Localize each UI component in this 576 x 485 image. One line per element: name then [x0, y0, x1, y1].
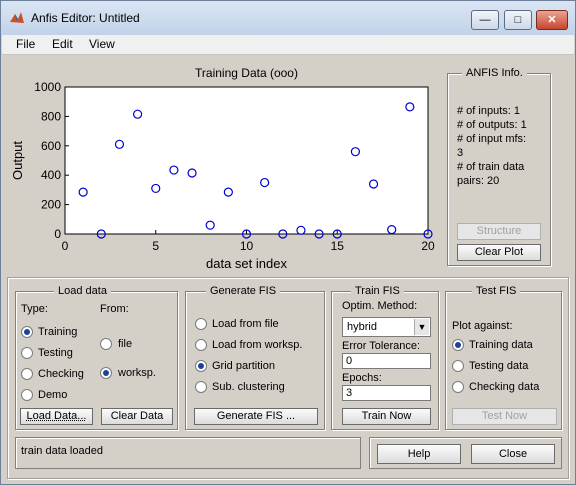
sub-clustering-radio[interactable]: [195, 381, 207, 393]
clear-data-button[interactable]: Clear Data: [101, 408, 173, 425]
x-tick-label: 0: [62, 239, 69, 253]
type-label: Type:: [21, 303, 48, 315]
optim-method-label: Optim. Method:: [342, 300, 418, 312]
error-tolerance-label: Error Tolerance:: [342, 340, 421, 352]
anfis-editor-window: Anfis Editor: Untitled — □ ✕ File Edit V…: [0, 0, 576, 485]
plot-training-label: Training data: [469, 339, 533, 351]
status-message: train data loaded: [21, 445, 103, 457]
sub-clustering-label: Sub. clustering: [212, 381, 285, 393]
structure-button[interactable]: Structure: [457, 223, 541, 240]
plot-training-radio[interactable]: [452, 339, 464, 351]
y-tick-label: 0: [54, 227, 61, 241]
load-from-workspace-radio[interactable]: [195, 339, 207, 351]
matlab-icon: [10, 12, 24, 23]
load-from-workspace-label: Load from worksp.: [212, 339, 303, 351]
status-panel: train data loaded: [15, 437, 361, 469]
y-tick-label: 200: [41, 198, 61, 212]
load-data-title: Load data: [54, 285, 111, 297]
from-workspace-radio[interactable]: [100, 367, 112, 379]
x-tick-label: 15: [331, 239, 345, 253]
type-checking-label: Checking: [38, 368, 84, 380]
load-from-file-radio[interactable]: [195, 318, 207, 330]
menu-file[interactable]: File: [16, 37, 35, 51]
type-testing-radio[interactable]: [21, 347, 33, 359]
train-now-button[interactable]: Train Now: [342, 408, 431, 425]
train-fis-panel: Train FIS Optim. Method: hybrid ▼ Error …: [331, 285, 439, 430]
test-now-button[interactable]: Test Now: [452, 408, 557, 425]
load-from-file-label: Load from file: [212, 318, 279, 330]
training-data-plot: 0 5 10 15 2002004006008001000Training Data (…: [10, 66, 435, 271]
y-axis-label: Output: [10, 141, 25, 180]
epochs-field[interactable]: 3: [342, 385, 431, 401]
generate-fis-panel: Generate FIS Load from file Load from wo…: [185, 285, 325, 430]
type-training-label: Training: [38, 326, 78, 338]
plot-against-label: Plot against:: [452, 320, 513, 332]
info-train-data: # of train data: [457, 161, 525, 173]
dialog-buttons-panel: Help Close: [369, 437, 562, 469]
grid-partition-radio[interactable]: [195, 360, 207, 372]
type-testing-label: Testing: [38, 347, 73, 359]
close-window-button[interactable]: ✕: [536, 10, 568, 30]
menu-view[interactable]: View: [89, 37, 115, 51]
test-fis-panel: Test FIS Plot against: Training data Tes…: [445, 285, 562, 430]
epochs-label: Epochs:: [342, 372, 382, 384]
test-fis-title: Test FIS: [472, 285, 521, 297]
type-demo-radio[interactable]: [21, 389, 33, 401]
plot-testing-radio[interactable]: [452, 360, 464, 372]
type-demo-label: Demo: [38, 389, 68, 401]
info-inputs: # of inputs: 1: [457, 105, 520, 117]
plot-testing-label: Testing data: [469, 360, 529, 372]
help-button[interactable]: Help: [377, 444, 461, 464]
from-label: From:: [100, 303, 129, 315]
minimize-button[interactable]: —: [471, 10, 499, 30]
x-tick-label: 5: [152, 239, 159, 253]
plot-checking-radio[interactable]: [452, 381, 464, 393]
maximize-button[interactable]: □: [504, 10, 532, 30]
anfis-info-title: ANFIS Info.: [462, 67, 527, 79]
info-input-mfs-value: 3: [457, 147, 464, 159]
generate-fis-button[interactable]: Generate FIS ...: [194, 408, 318, 425]
x-tick-label: 10: [240, 239, 254, 253]
editor-client-area: 0 5 10 15 20 0 200 400 600 800 1000 Training Data (…: [7, 57, 569, 479]
close-button[interactable]: Close: [471, 444, 555, 464]
generate-fis-title: Generate FIS: [206, 285, 281, 297]
type-training-radio[interactable]: [21, 326, 33, 338]
from-file-label: file: [118, 338, 133, 350]
load-data-button[interactable]: Load Data...: [20, 408, 93, 425]
chevron-down-icon: ▼: [414, 319, 429, 335]
plot-area: [64, 86, 429, 235]
y-tick-label: 1000: [34, 80, 61, 94]
from-workspace-label: worksp.: [118, 367, 156, 379]
window-title: Anfis Editor: Untitled: [31, 11, 140, 25]
x-axis-label: data set index: [206, 256, 287, 271]
menu-bar: File Edit View: [2, 35, 574, 55]
info-input-mfs: # of input mfs:: [457, 133, 527, 145]
from-file-radio[interactable]: [100, 338, 112, 350]
optim-method-value: hybrid: [347, 321, 377, 333]
anfis-info-panel: ANFIS Info. # of inputs: 1 # of outputs:…: [447, 67, 551, 266]
train-fis-title: Train FIS: [351, 285, 404, 297]
grid-partition-label: Grid partition: [212, 360, 275, 372]
optim-method-select[interactable]: hybrid ▼: [342, 317, 431, 337]
chart-title: Training Data (ooo): [195, 66, 298, 80]
type-checking-radio[interactable]: [21, 368, 33, 380]
y-tick-label: 600: [41, 139, 61, 153]
clear-plot-button[interactable]: Clear Plot: [457, 244, 541, 261]
y-tick-label: 800: [41, 109, 61, 123]
y-tick-label: 400: [41, 168, 61, 182]
title-bar: Anfis Editor: Untitled — □ ✕: [1, 1, 575, 35]
info-outputs: # of outputs: 1: [457, 119, 527, 131]
menu-edit[interactable]: Edit: [52, 37, 73, 51]
load-data-panel: Load data Type: From: Training Testing C…: [15, 285, 178, 430]
plot-checking-label: Checking data: [469, 381, 540, 393]
error-tolerance-field[interactable]: 0: [342, 353, 431, 369]
x-tick-label: 20: [421, 239, 435, 253]
info-train-pairs: pairs: 20: [457, 175, 500, 187]
